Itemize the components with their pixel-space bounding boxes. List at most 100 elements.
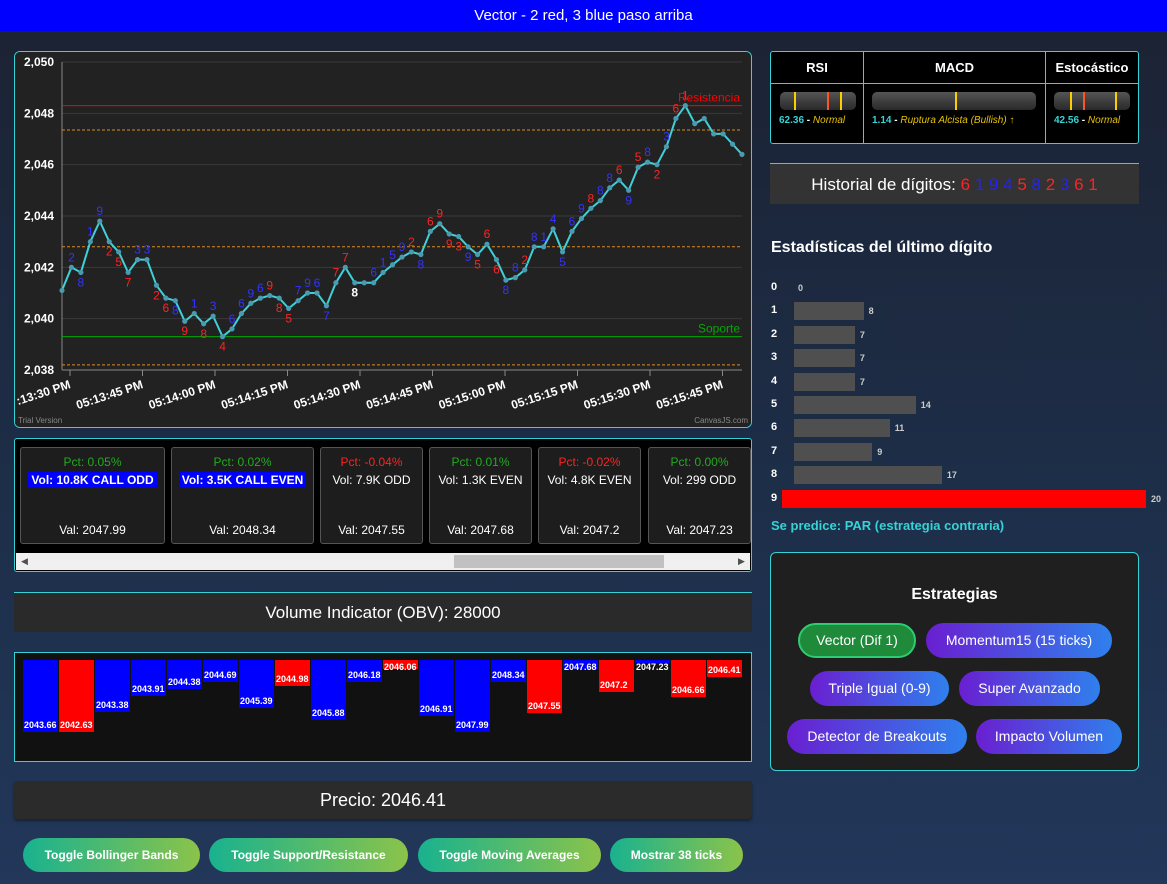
- tick-card: Pct: 0.01% Vol: 1.3K EVEN Val: 2047.68: [429, 447, 532, 544]
- price-point: [229, 326, 235, 332]
- strategy-super-avanzado-button[interactable]: Super Avanzado: [959, 671, 1100, 706]
- price-point: [607, 185, 613, 191]
- price-point: [569, 228, 575, 234]
- stat-digit: 1: [771, 304, 778, 317]
- history-digit: 1: [1083, 175, 1098, 194]
- digit-label: 7: [323, 309, 330, 323]
- strategy-vector-button[interactable]: Vector (Dif 1): [798, 623, 916, 658]
- price-point: [729, 141, 736, 147]
- price-point: [219, 334, 226, 340]
- strategy-triple-igual-button[interactable]: Triple Igual (0-9): [810, 671, 949, 706]
- price-point: [134, 257, 141, 263]
- stat-row: 9 20: [771, 489, 1161, 508]
- tick-card: Pct: 0.00% Vol: 299 ODD Val: 2047.23: [648, 447, 751, 544]
- stat-count: 8: [868, 306, 874, 317]
- digit-label: 9: [625, 193, 632, 207]
- volume-bar-label: 2046.41: [708, 664, 741, 675]
- price-point: [626, 187, 632, 193]
- horizontal-scrollbar[interactable]: ◀ ▶: [16, 553, 750, 570]
- strategy-breakouts-button[interactable]: Detector de Breakouts: [787, 719, 967, 754]
- digit-label: 1: [380, 255, 387, 269]
- stat-row: 6 11: [771, 419, 1151, 438]
- y-tick-label: 2,040: [24, 312, 54, 326]
- stat-count: 7: [859, 329, 865, 340]
- macd-readout: 1.14 - Ruptura Alcista (Bullish) ↑: [872, 115, 1015, 126]
- price-point: [692, 121, 698, 127]
- tick-volume: Vol: 7.9K ODD: [332, 473, 411, 487]
- digit-label: 6: [257, 281, 264, 295]
- price-point: [342, 264, 348, 270]
- toggle-support-resistance-button[interactable]: Toggle Support/Resistance: [209, 838, 408, 872]
- digit-label: 9: [436, 207, 443, 221]
- price-point: [361, 280, 367, 286]
- canvasjs-watermark: CanvasJS.com: [694, 416, 748, 425]
- digit-label: 6: [569, 214, 576, 228]
- price-point: [635, 164, 641, 170]
- price-point: [267, 292, 273, 299]
- history-digit: 5: [1012, 175, 1027, 194]
- toggle-bollinger-button[interactable]: Toggle Bollinger Bands: [23, 838, 200, 872]
- digit-label: 8: [78, 275, 85, 289]
- digit-label: 5: [474, 258, 481, 272]
- digit-label: 6: [163, 301, 170, 315]
- volume-bar-label: 2045.88: [312, 707, 345, 718]
- scroll-left-icon[interactable]: ◀: [16, 553, 33, 570]
- price-point: [59, 287, 65, 294]
- digit-history-label: Historial de dígitos:: [811, 175, 956, 194]
- price-point: [588, 205, 594, 211]
- tick-value: Val: 2047.99: [59, 523, 126, 537]
- price-point: [314, 290, 320, 296]
- y-tick-label: 2,044: [24, 209, 54, 223]
- digit-label: 3: [210, 299, 217, 313]
- price-point: [182, 318, 188, 324]
- strategy-impacto-volumen-button[interactable]: Impacto Volumen: [976, 719, 1122, 754]
- digit-label: 5: [389, 248, 396, 262]
- price-point: [701, 115, 707, 122]
- digit-label: 6: [238, 297, 245, 311]
- volume-bar-label: 2042.63: [60, 720, 93, 730]
- price-point: [503, 277, 509, 283]
- price-point: [371, 280, 377, 286]
- price-point: [78, 269, 84, 276]
- price-point: [125, 269, 131, 276]
- price-point: [418, 251, 424, 258]
- digit-label: 6: [427, 214, 434, 228]
- digit-label: 6: [314, 276, 321, 290]
- scrollbar-thumb[interactable]: [454, 555, 664, 568]
- digit-label: 8: [588, 191, 595, 205]
- stat-bar: [794, 349, 855, 368]
- price-point: [238, 310, 245, 317]
- digit-label: 2: [106, 245, 113, 259]
- price-point: [644, 159, 651, 165]
- digit-label: 6: [484, 227, 491, 241]
- price-point: [541, 244, 547, 250]
- tick-value: Val: 2047.2: [559, 523, 620, 537]
- stat-row: 37: [771, 349, 1151, 368]
- stat-digit: 9: [771, 491, 778, 504]
- price-point: [352, 280, 358, 286]
- volume-bar-label: 2048.34: [492, 669, 525, 680]
- y-tick-label: 2,048: [24, 106, 54, 120]
- tick-pct: Pct: -0.04%: [340, 455, 403, 469]
- digit-label: 2: [68, 250, 75, 264]
- digit-label: 9: [304, 276, 311, 290]
- stat-row: 8 17: [771, 466, 1151, 485]
- stat-count: 7: [859, 376, 865, 387]
- digit-history: Historial de dígitos: 6 1 9 4 5 8 2 3 6 …: [770, 163, 1139, 204]
- digit-label: 6: [673, 101, 680, 115]
- strategy-momentum15-button[interactable]: Momentum15 (15 ticks): [926, 623, 1112, 658]
- history-digit: 9: [984, 175, 999, 194]
- tick-pct: Pct: 0.00%: [670, 455, 729, 469]
- show-ticks-button[interactable]: Mostrar 38 ticks: [610, 838, 743, 872]
- toggle-moving-averages-button[interactable]: Toggle Moving Averages: [418, 838, 601, 872]
- stat-digit: 6: [771, 421, 778, 434]
- stat-bar: [794, 372, 855, 391]
- stat-row: 47: [771, 372, 1151, 391]
- obv-indicator: Volume Indicator (OBV): 28000: [14, 592, 752, 632]
- price-point: [163, 295, 169, 301]
- scroll-right-icon[interactable]: ▶: [733, 553, 750, 570]
- y-tick-label: 2,038: [24, 363, 54, 377]
- price-point: [153, 282, 160, 288]
- price-point: [248, 300, 254, 306]
- tick-pct: Pct: -0.02%: [558, 455, 621, 469]
